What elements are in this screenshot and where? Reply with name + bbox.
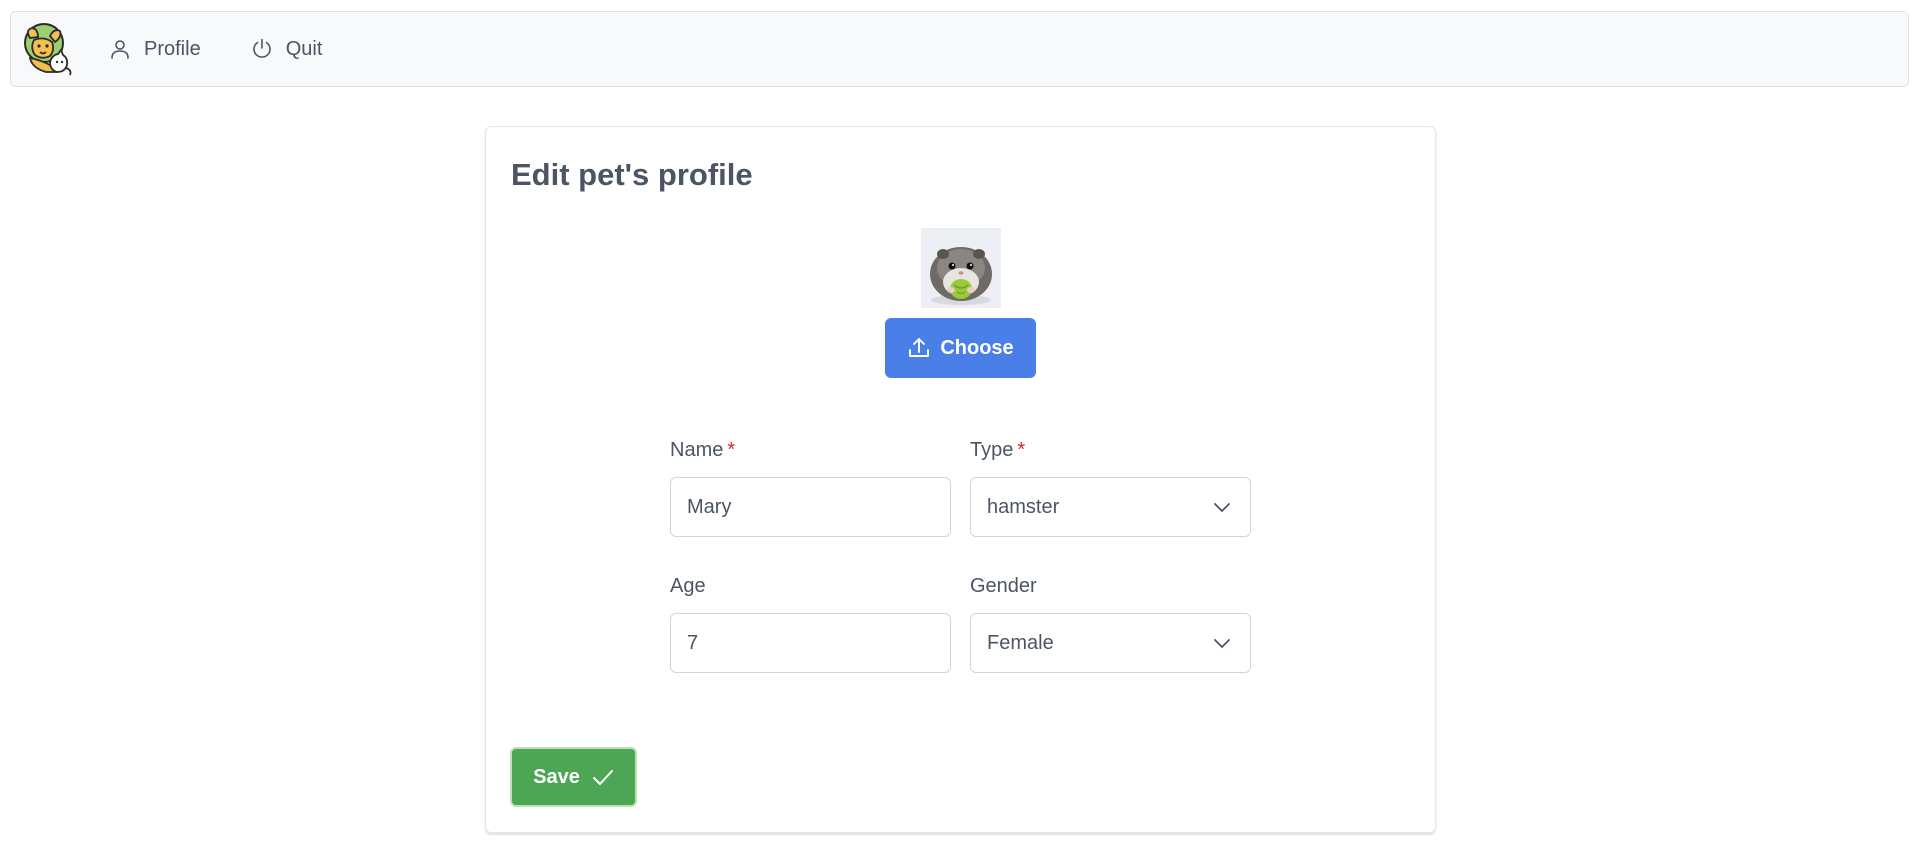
- required-marker: *: [1017, 439, 1026, 461]
- nav-quit-label: Quit: [285, 37, 323, 60]
- nav-quit-link[interactable]: Quit: [250, 37, 323, 61]
- nav-profile-label: Profile: [144, 37, 201, 60]
- name-label: Name *: [670, 439, 736, 461]
- power-icon: [250, 37, 274, 61]
- type-label: Type *: [970, 439, 1026, 461]
- type-select[interactable]: hamster: [970, 477, 1251, 537]
- type-select-value: hamster: [987, 495, 1060, 518]
- save-label: Save: [533, 765, 580, 788]
- name-input-value: Mary: [687, 495, 732, 518]
- required-marker: *: [727, 439, 736, 461]
- pet-photo: [921, 228, 1001, 308]
- page-title: Edit pet's profile: [511, 157, 753, 192]
- gender-field-group: Gender Female: [970, 575, 1251, 673]
- user-icon: [108, 37, 132, 61]
- save-button[interactable]: Save: [510, 747, 637, 807]
- chevron-down-icon: [1212, 497, 1232, 517]
- name-input[interactable]: Mary: [670, 477, 951, 537]
- age-label: Age: [670, 575, 706, 597]
- top-navbar: Profile Quit: [10, 11, 1909, 87]
- gender-select-value: Female: [987, 631, 1054, 654]
- type-field-group: Type * hamster: [970, 439, 1251, 537]
- gender-label: Gender: [970, 575, 1037, 597]
- gender-select[interactable]: Female: [970, 613, 1251, 673]
- age-input[interactable]: 7: [670, 613, 951, 673]
- name-field-group: Name * Mary: [670, 439, 951, 537]
- age-input-value: 7: [687, 631, 699, 654]
- pets-logo-icon[interactable]: [20, 22, 74, 76]
- chevron-down-icon: [1212, 633, 1232, 653]
- upload-icon: [907, 336, 931, 360]
- choose-photo-button[interactable]: Choose: [885, 318, 1036, 378]
- edit-pet-card: Edit pet's profile Choose Name * Mary Ty…: [485, 126, 1436, 833]
- choose-label: Choose: [940, 336, 1014, 359]
- age-field-group: Age 7: [670, 575, 951, 673]
- nav-profile-link[interactable]: Profile: [108, 37, 201, 61]
- check-icon: [592, 766, 614, 788]
